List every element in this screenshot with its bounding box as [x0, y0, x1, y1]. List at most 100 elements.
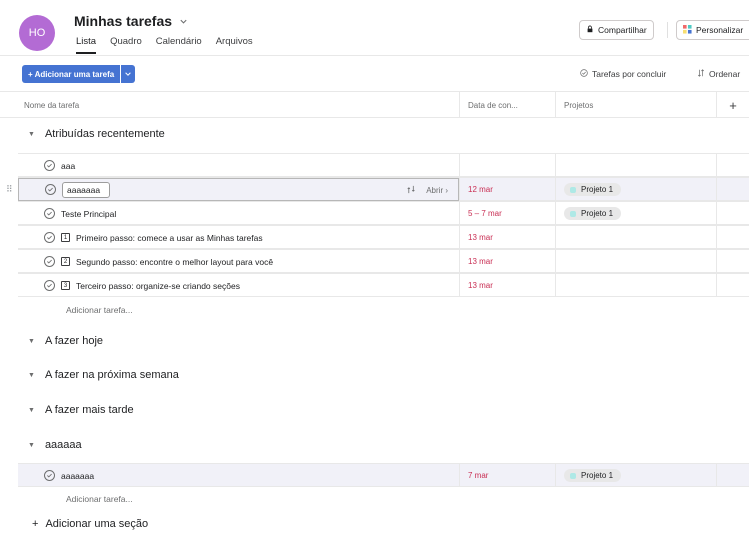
- complete-task-icon[interactable]: [44, 280, 55, 291]
- complete-task-icon[interactable]: [44, 208, 55, 219]
- plus-icon: +: [32, 518, 39, 530]
- caret-down-icon[interactable]: ▼: [28, 338, 35, 345]
- task-date-cell[interactable]: 13 mar: [459, 274, 555, 297]
- sort-button[interactable]: Ordenar: [697, 69, 740, 79]
- task-name-cell[interactable]: Teste Principal: [18, 202, 459, 225]
- section-header[interactable]: ▼ aaaaaa: [28, 439, 82, 451]
- section-header[interactable]: ▼ A fazer na próxima semana: [28, 369, 179, 381]
- task-project-cell[interactable]: Projeto 1: [555, 178, 716, 201]
- caret-down-icon[interactable]: ▼: [28, 131, 35, 138]
- add-task-dropdown[interactable]: [121, 65, 136, 83]
- complete-task-icon[interactable]: [44, 232, 55, 243]
- task-name-cell[interactable]: aaaaaaa Abrir ›: [18, 178, 459, 201]
- section-header[interactable]: ▼ Atribuídas recentemente: [28, 128, 165, 140]
- share-label: Compartilhar: [598, 25, 647, 35]
- title-row: Minhas tarefas: [74, 13, 188, 29]
- task-name: Teste Principal: [61, 208, 117, 219]
- task-name: aaa: [61, 160, 76, 171]
- task-project-cell[interactable]: [555, 250, 716, 273]
- project-color-dot: [570, 472, 576, 479]
- add-section-button[interactable]: + Adicionar uma seção: [32, 518, 148, 530]
- task-name-input[interactable]: aaaaaaa: [62, 181, 110, 198]
- task-name-cell[interactable]: aaaaaaa: [18, 464, 459, 487]
- task-extra-cell: [716, 274, 749, 297]
- task-row[interactable]: 1 Primeiro passo: comece a usar as Minha…: [18, 225, 749, 249]
- page-header: HO Minhas tarefas Lista Quadro Calendári…: [0, 0, 749, 56]
- task-project-cell[interactable]: [555, 226, 716, 249]
- task-date-cell[interactable]: 12 mar: [459, 178, 555, 201]
- subtask-icon[interactable]: [407, 185, 416, 196]
- task-row[interactable]: Teste Principal 5 – 7 mar Projeto 1: [18, 201, 749, 225]
- section-header[interactable]: ▼ A fazer mais tarde: [28, 404, 134, 416]
- project-color-dot: [570, 210, 576, 217]
- task-project-cell[interactable]: [555, 274, 716, 297]
- avatar[interactable]: HO: [19, 15, 55, 51]
- add-task-link[interactable]: Adicionar tarefa...: [66, 494, 133, 504]
- sort-icon: [697, 69, 705, 79]
- task-date-cell[interactable]: [459, 154, 555, 177]
- drag-handle-icon[interactable]: ⠿: [6, 184, 13, 195]
- project-pill[interactable]: Projeto 1: [564, 183, 622, 196]
- task-row[interactable]: 2 Segundo passo: encontre o melhor layou…: [18, 249, 749, 273]
- personalize-button[interactable]: Personalizar: [676, 20, 749, 40]
- task-name-cell[interactable]: 2 Segundo passo: encontre o melhor layou…: [18, 250, 459, 273]
- view-tabs: Lista Quadro Calendário Arquivos: [76, 36, 253, 54]
- share-button[interactable]: Compartilhar: [579, 20, 654, 40]
- task-name-cell[interactable]: 1 Primeiro passo: comece a usar as Minha…: [18, 226, 459, 249]
- page-title: Minhas tarefas: [74, 13, 173, 29]
- column-header-date[interactable]: Data de con...: [459, 92, 555, 118]
- tab-calendario[interactable]: Calendário: [156, 36, 202, 54]
- add-column-button[interactable]: +: [716, 92, 749, 118]
- task-row[interactable]: 3 Terceiro passo: organize-se criando se…: [18, 273, 749, 297]
- number-1-icon: 1: [61, 233, 70, 242]
- task-extra-cell: [716, 250, 749, 273]
- section-title: A fazer mais tarde: [44, 404, 134, 416]
- task-name-cell[interactable]: aaa: [18, 154, 459, 177]
- task-row-editing[interactable]: ⠿ aaaaaaa Abrir › 12 mar Projeto 1: [6, 177, 749, 201]
- chevron-down-icon: [125, 72, 131, 76]
- task-date-cell[interactable]: 7 mar: [459, 464, 555, 487]
- incomplete-filter-button[interactable]: Tarefas por concluir: [580, 69, 666, 79]
- personalize-label: Personalizar: [696, 25, 744, 35]
- task-date-cell[interactable]: 5 – 7 mar: [459, 202, 555, 225]
- sort-label: Ordenar: [709, 69, 741, 79]
- check-circle-icon: [580, 69, 588, 79]
- task-extra-cell: [716, 464, 749, 487]
- tab-arquivos[interactable]: Arquivos: [216, 36, 253, 54]
- task-extra-cell: [716, 202, 749, 225]
- task-project-cell[interactable]: [555, 154, 716, 177]
- column-header-projects[interactable]: Projetos: [555, 92, 716, 118]
- task-name: aaaaaaa: [61, 470, 95, 481]
- incomplete-filter-label: Tarefas por concluir: [592, 69, 667, 79]
- caret-down-icon[interactable]: ▼: [28, 442, 35, 449]
- task-project-cell[interactable]: Projeto 1: [555, 202, 716, 225]
- complete-task-icon[interactable]: [44, 256, 55, 267]
- number-3-icon: 3: [61, 281, 70, 290]
- complete-task-icon[interactable]: [44, 160, 55, 171]
- add-task-split-button: + Adicionar uma tarefa: [22, 65, 136, 83]
- task-name-cell[interactable]: 3 Terceiro passo: organize-se criando se…: [18, 274, 459, 297]
- column-header-name[interactable]: Nome da tarefa: [18, 92, 459, 118]
- caret-down-icon[interactable]: ▼: [28, 372, 35, 379]
- chevron-down-icon[interactable]: [178, 16, 188, 26]
- section-header[interactable]: ▼ A fazer hoje: [28, 335, 103, 347]
- complete-task-icon[interactable]: [45, 184, 56, 195]
- add-section-label: Adicionar uma seção: [45, 518, 149, 530]
- task-row[interactable]: aaaaaaa 7 mar Projeto 1: [18, 463, 749, 487]
- task-date-cell[interactable]: 13 mar: [459, 226, 555, 249]
- tab-quadro[interactable]: Quadro: [110, 36, 142, 54]
- complete-task-icon[interactable]: [44, 470, 55, 481]
- task-date-cell[interactable]: 13 mar: [459, 250, 555, 273]
- task-name: Terceiro passo: organize-se criando seçõ…: [76, 280, 240, 291]
- add-task-button[interactable]: + Adicionar uma tarefa: [22, 65, 121, 83]
- tab-lista[interactable]: Lista: [76, 36, 97, 54]
- caret-down-icon[interactable]: ▼: [28, 407, 35, 414]
- project-pill[interactable]: Projeto 1: [564, 207, 622, 220]
- add-task-link[interactable]: Adicionar tarefa...: [66, 305, 133, 315]
- task-project-cell[interactable]: Projeto 1: [555, 464, 716, 487]
- column-headers: Nome da tarefa Data de con... Projetos +: [0, 92, 749, 118]
- open-task-button[interactable]: Abrir ›: [426, 186, 448, 195]
- task-extra-cell: [716, 226, 749, 249]
- task-row[interactable]: aaa: [18, 153, 749, 177]
- project-pill[interactable]: Projeto 1: [564, 469, 622, 482]
